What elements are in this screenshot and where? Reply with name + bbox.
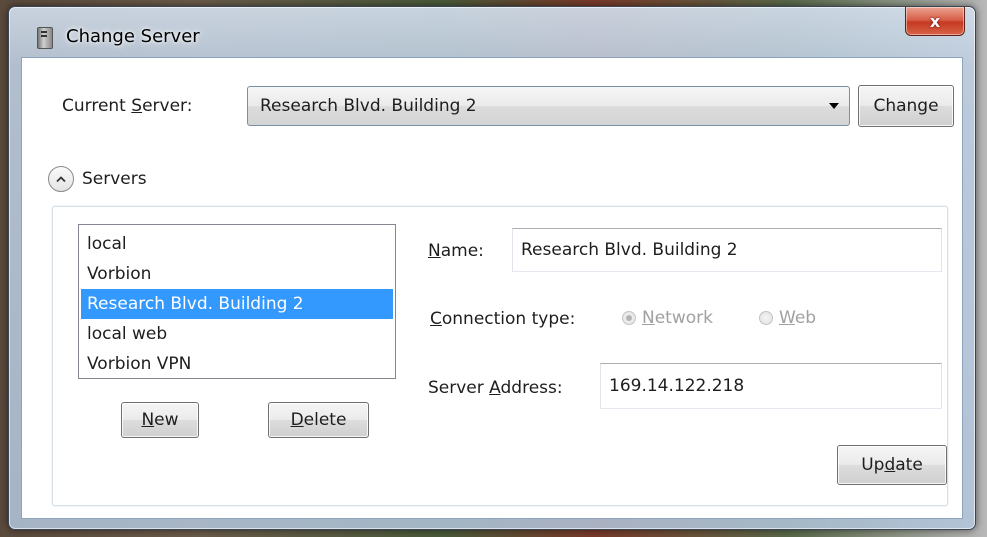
list-item[interactable]: local bbox=[81, 229, 393, 259]
list-item[interactable]: Vorbion bbox=[81, 259, 393, 289]
new-button[interactable]: New bbox=[121, 402, 199, 438]
delete-button[interactable]: Delete bbox=[268, 402, 369, 438]
list-item[interactable]: local web bbox=[81, 319, 393, 349]
current-server-value: Research Blvd. Building 2 bbox=[260, 96, 477, 116]
change-button[interactable]: Change bbox=[858, 85, 954, 127]
chevron-down-icon bbox=[829, 103, 839, 109]
current-server-label: Current Server: bbox=[62, 96, 193, 116]
server-icon bbox=[37, 27, 53, 49]
change-server-dialog: Change Server x Current Server: Research… bbox=[8, 6, 976, 530]
close-button[interactable]: x bbox=[905, 7, 965, 36]
current-server-dropdown[interactable]: Research Blvd. Building 2 bbox=[247, 86, 850, 126]
network-radio[interactable] bbox=[622, 311, 636, 325]
name-label: Name: bbox=[428, 241, 484, 261]
close-icon: x bbox=[929, 11, 941, 31]
network-radio-label: Network bbox=[642, 308, 713, 328]
server-address-label: Server Address: bbox=[428, 378, 563, 398]
web-radio[interactable] bbox=[759, 311, 773, 325]
servers-section-label: Servers bbox=[82, 169, 147, 189]
connection-type-label: Connection type: bbox=[430, 309, 576, 329]
update-button[interactable]: Up d ate bbox=[837, 445, 947, 485]
web-radio-label: Web bbox=[779, 308, 817, 328]
list-item-selected[interactable]: Research Blvd. Building 2 bbox=[81, 289, 393, 319]
server-list[interactable]: local Vorbion Research Blvd. Building 2 … bbox=[78, 224, 396, 379]
servers-expander-toggle[interactable] bbox=[48, 166, 74, 192]
chevron-up-icon bbox=[56, 176, 66, 183]
name-field[interactable]: Research Blvd. Building 2 bbox=[512, 228, 942, 272]
dialog-content: Current Server: Research Blvd. Building … bbox=[21, 57, 963, 519]
server-address-field[interactable]: 169.14.122.218 bbox=[600, 363, 942, 409]
list-item[interactable]: Vorbion VPN bbox=[81, 349, 393, 379]
window-title: Change Server bbox=[66, 26, 200, 47]
title-bar[interactable]: Change Server x bbox=[9, 7, 975, 57]
